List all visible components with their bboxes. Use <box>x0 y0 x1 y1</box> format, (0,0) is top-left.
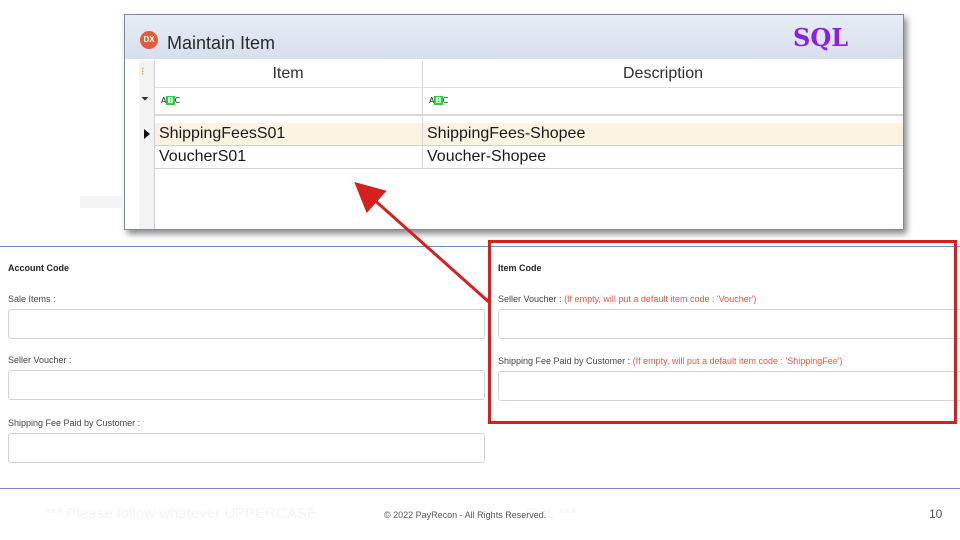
arrow-line <box>354 182 491 305</box>
copyright-text: © 2022 PayRecon - All Rights Reserved. <box>384 510 547 520</box>
pointer-arrow <box>354 182 491 305</box>
page-number: 10 <box>929 507 943 521</box>
footer-ghost-left: *** Please follow whatever UPPERCASE <box>45 505 317 522</box>
footer-divider <box>0 488 960 489</box>
